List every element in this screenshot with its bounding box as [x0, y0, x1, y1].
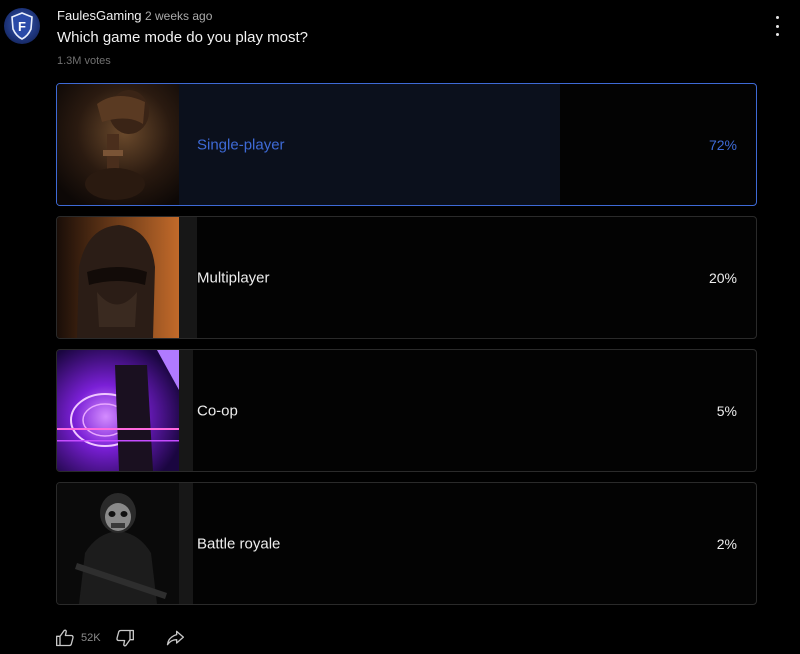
poll-option-single-player[interactable]: Single-player 72% [56, 83, 757, 206]
thumbs-down-icon [115, 629, 134, 647]
share-icon [166, 630, 184, 646]
poll-option-percent: 20% [708, 269, 737, 286]
poll-option-label: Co-op [197, 402, 238, 419]
poll-option-co-op[interactable]: Co-op 5% [56, 349, 757, 472]
svg-text:F: F [18, 19, 26, 34]
dislike-button[interactable] [115, 628, 135, 648]
samurai-image [57, 84, 179, 205]
like-button[interactable] [55, 628, 75, 648]
poll-question: Which game mode do you play most? [57, 29, 308, 46]
like-count: 52K [81, 632, 101, 644]
channel-name[interactable]: FaulesGaming [57, 8, 142, 23]
channel-avatar[interactable]: F [4, 8, 40, 44]
community-post: F FaulesGaming 2 weeks ago Which game mo… [0, 0, 800, 654]
more-options-icon[interactable] [768, 16, 786, 36]
poll-option-label: Single-player [197, 136, 285, 153]
vote-count: 1.3M votes [57, 55, 111, 67]
thumbs-up-icon [56, 629, 74, 647]
poll-option-multiplayer[interactable]: Multiplayer 20% [56, 216, 757, 339]
poll-option-percent: 5% [716, 402, 737, 419]
poll-option-percent: 2% [716, 535, 737, 552]
poll-option-battle-royale[interactable]: Battle royale 2% [56, 482, 757, 605]
neon-portal-image [57, 350, 179, 471]
helmet-image [57, 217, 179, 338]
poll-option-label: Multiplayer [197, 269, 270, 286]
shield-logo-icon: F [11, 12, 33, 40]
post-actions: 52K [55, 627, 185, 649]
post-timestamp[interactable]: 2 weeks ago [145, 9, 212, 23]
share-button[interactable] [165, 628, 185, 648]
poll-option-percent: 72% [708, 136, 737, 153]
poll-option-label: Battle royale [197, 535, 281, 552]
skull-soldier-image [57, 483, 179, 604]
